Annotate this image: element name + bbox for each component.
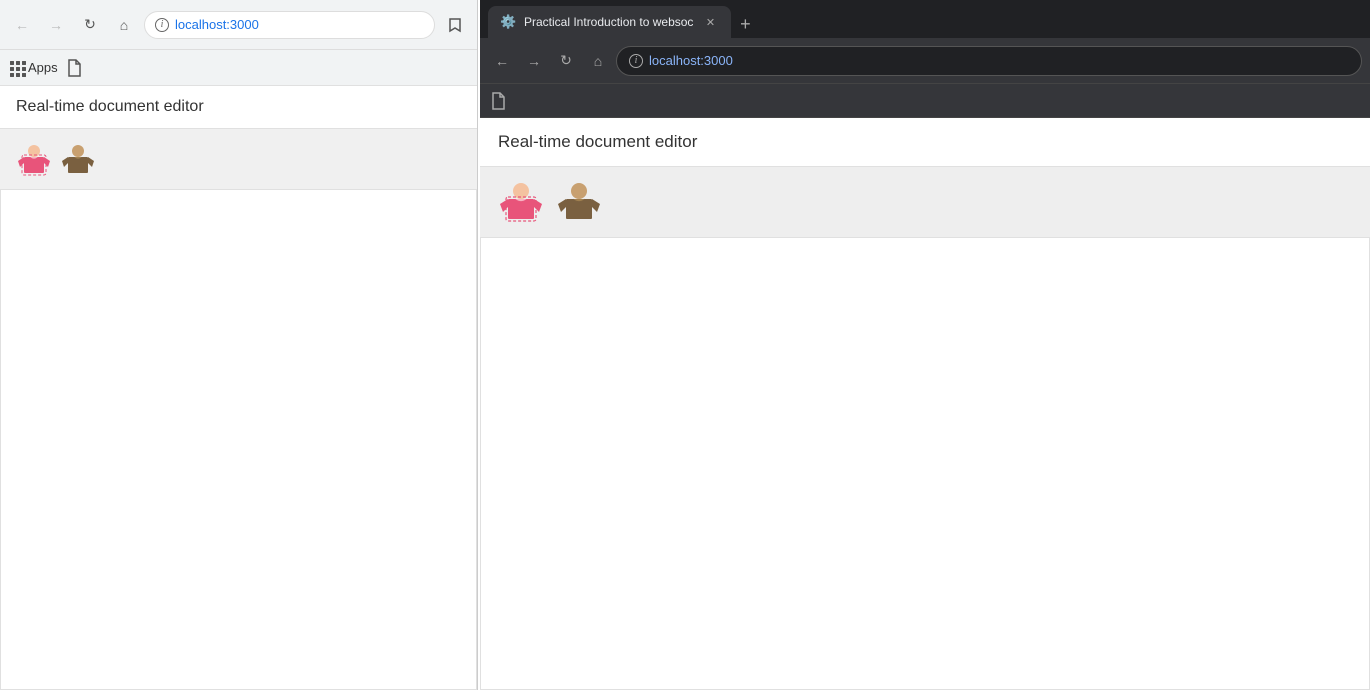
active-tab-right[interactable]: ⚙️ Practical Introduction to websoc ✕ (488, 6, 731, 38)
tab-close-button[interactable]: ✕ (701, 13, 719, 31)
left-toolbar: ← → ↻ ⌂ i localhost:3000 (0, 0, 477, 50)
bookmark-page-button-left[interactable] (441, 11, 469, 39)
address-bar-left[interactable]: i localhost:3000 (144, 11, 435, 39)
avatar-user1-left (16, 141, 52, 177)
avatars-bar-left (0, 129, 477, 189)
security-icon-left: i (155, 18, 169, 32)
bookmark-star-icon (447, 17, 463, 33)
browser-left: ← → ↻ ⌂ i localhost:3000 Apps (0, 0, 478, 690)
url-right: localhost:3000 (649, 53, 733, 68)
info-letter: i (161, 19, 164, 30)
grid-icon (10, 61, 24, 75)
file-icon-right (490, 92, 506, 110)
avatar-pink-icon (16, 141, 52, 177)
tab-title-right: Practical Introduction to websoc (524, 15, 693, 29)
forward-button-left[interactable]: → (42, 11, 70, 39)
avatar-brown-icon (60, 141, 96, 177)
avatars-bar-right (480, 167, 1370, 237)
page-content-right: Real-time document editor (480, 118, 1370, 690)
browser-right: ⚙️ Practical Introduction to websoc ✕ + … (480, 0, 1370, 690)
apps-label: Apps (28, 60, 58, 75)
page-header-left: Real-time document editor (0, 86, 477, 129)
security-icon-right: i (629, 54, 643, 68)
bookmarks-bar-left: Apps (0, 50, 477, 86)
tab-bar-right: ⚙️ Practical Introduction to websoc ✕ + (480, 0, 1370, 38)
back-button-right[interactable]: ← (488, 47, 516, 75)
home-button-left[interactable]: ⌂ (110, 11, 138, 39)
tab-favicon-right: ⚙️ (500, 14, 516, 30)
page-title-left: Real-time document editor (16, 98, 204, 115)
apps-bookmark[interactable]: Apps (10, 60, 58, 75)
avatar-user2-left (60, 141, 96, 177)
reload-button-right[interactable]: ↻ (552, 47, 580, 75)
right-toolbar: ← → ↻ ⌂ i localhost:3000 (480, 38, 1370, 84)
file-icon-left (66, 59, 82, 77)
url-left: localhost:3000 (175, 17, 259, 32)
forward-button-right[interactable]: → (520, 47, 548, 75)
bookmark-file-icon-left[interactable] (66, 59, 82, 77)
editor-area-right[interactable] (480, 237, 1370, 690)
reload-button-left[interactable]: ↻ (76, 11, 104, 39)
page-header-right: Real-time document editor (480, 118, 1370, 167)
avatar-user2-right (556, 179, 602, 225)
bookmarks-bar-right (480, 84, 1370, 118)
back-button-left[interactable]: ← (8, 11, 36, 39)
address-bar-right[interactable]: i localhost:3000 (616, 46, 1362, 76)
avatar-pink-icon-right (498, 179, 544, 225)
new-tab-button[interactable]: + (731, 10, 759, 38)
avatar-user1-right (498, 179, 544, 225)
editor-area-left[interactable] (0, 189, 477, 690)
page-content-left: Real-time document editor (0, 86, 477, 690)
bookmark-file-icon-right[interactable] (490, 92, 506, 110)
page-title-right: Real-time document editor (498, 132, 697, 151)
home-button-right[interactable]: ⌂ (584, 47, 612, 75)
avatar-brown-icon-right (556, 179, 602, 225)
